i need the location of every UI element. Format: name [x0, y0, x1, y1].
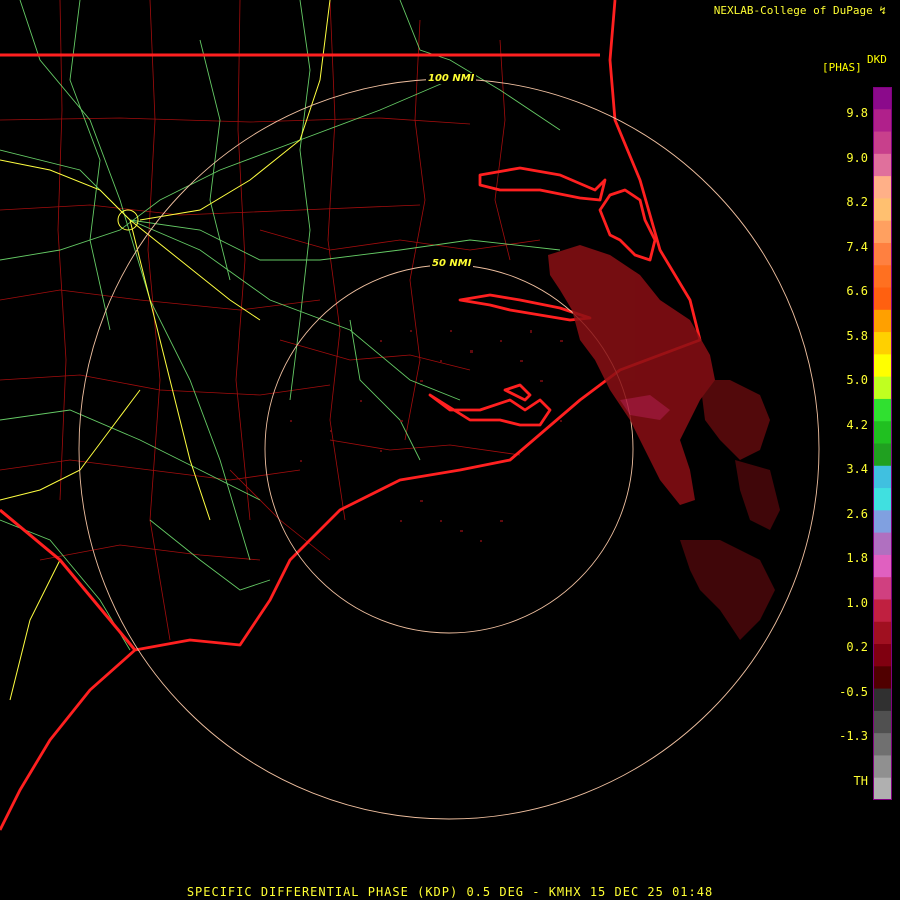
- color-swatch: [873, 376, 892, 400]
- color-swatch: [873, 153, 892, 177]
- range-ring-label-100: 100 NMI: [426, 73, 477, 84]
- scale-tick-label: 6.6: [846, 284, 868, 298]
- color-swatch: [873, 398, 892, 422]
- scale-tick-label: 9.0: [846, 150, 868, 165]
- scale-tick-label: 3.4: [846, 462, 868, 476]
- scale-tick-label: 5.0: [846, 373, 868, 387]
- scale-tick-label: -0.5: [839, 684, 868, 699]
- scale-tick-label: 4.2: [846, 417, 868, 432]
- color-swatch: [873, 599, 892, 623]
- color-swatch: [873, 332, 892, 355]
- color-swatch: [873, 532, 892, 556]
- color-swatch: [873, 176, 892, 199]
- color-swatch: [873, 621, 892, 645]
- credit-text: NEXLAB-College of DuPage ↯: [714, 4, 886, 17]
- product-code: DKD: [867, 53, 887, 66]
- scale-tick-label: 5.8: [846, 328, 868, 343]
- color-swatch: [873, 554, 892, 578]
- color-swatch: [873, 287, 892, 311]
- color-swatch: [873, 354, 892, 378]
- color-swatch: [873, 488, 892, 511]
- color-swatch: [873, 309, 892, 333]
- color-swatch: [873, 710, 892, 734]
- logo-icon: ↯: [879, 4, 886, 17]
- color-swatch: [873, 777, 892, 800]
- product-footer: SPECIFIC DIFFERENTIAL PHASE (KDP) 0.5 DE…: [186, 885, 714, 899]
- scale-tick-label: 2.6: [846, 506, 868, 521]
- color-swatch: [873, 688, 892, 712]
- color-swatch: [873, 109, 892, 133]
- scale-tick-label: 1.0: [846, 595, 868, 610]
- color-swatch: [873, 265, 892, 289]
- credit-label: NEXLAB-College of DuPage: [713, 4, 873, 17]
- scale-tick-label: TH: [853, 773, 868, 788]
- color-swatch: [873, 510, 892, 534]
- color-swatch: [873, 87, 892, 110]
- color-swatch: [873, 242, 892, 266]
- color-swatch: [873, 666, 892, 690]
- scale-tick-label: -1.3: [839, 729, 868, 743]
- scale-tick-label: 9.8: [846, 106, 868, 120]
- color-swatch: [873, 733, 892, 756]
- units-label: [PHAS]: [822, 61, 862, 74]
- scale-tick-label: 8.2: [846, 195, 868, 209]
- scale-tick-label: 1.8: [846, 551, 868, 565]
- color-swatch: [873, 465, 892, 489]
- color-swatch: [873, 443, 892, 467]
- scale-tick-label: 7.4: [846, 239, 868, 254]
- color-swatch: [873, 577, 892, 600]
- radar-map: [0, 0, 900, 900]
- range-ring-label-50: 50 NMI: [430, 258, 474, 269]
- color-swatch: [873, 131, 892, 155]
- color-swatch: [873, 220, 892, 244]
- color-scale-bar: [873, 87, 892, 800]
- color-swatch: [873, 198, 892, 222]
- color-swatch: [873, 644, 892, 667]
- color-swatch: [873, 755, 892, 779]
- scale-tick-label: 0.2: [846, 640, 868, 654]
- color-swatch: [873, 421, 892, 444]
